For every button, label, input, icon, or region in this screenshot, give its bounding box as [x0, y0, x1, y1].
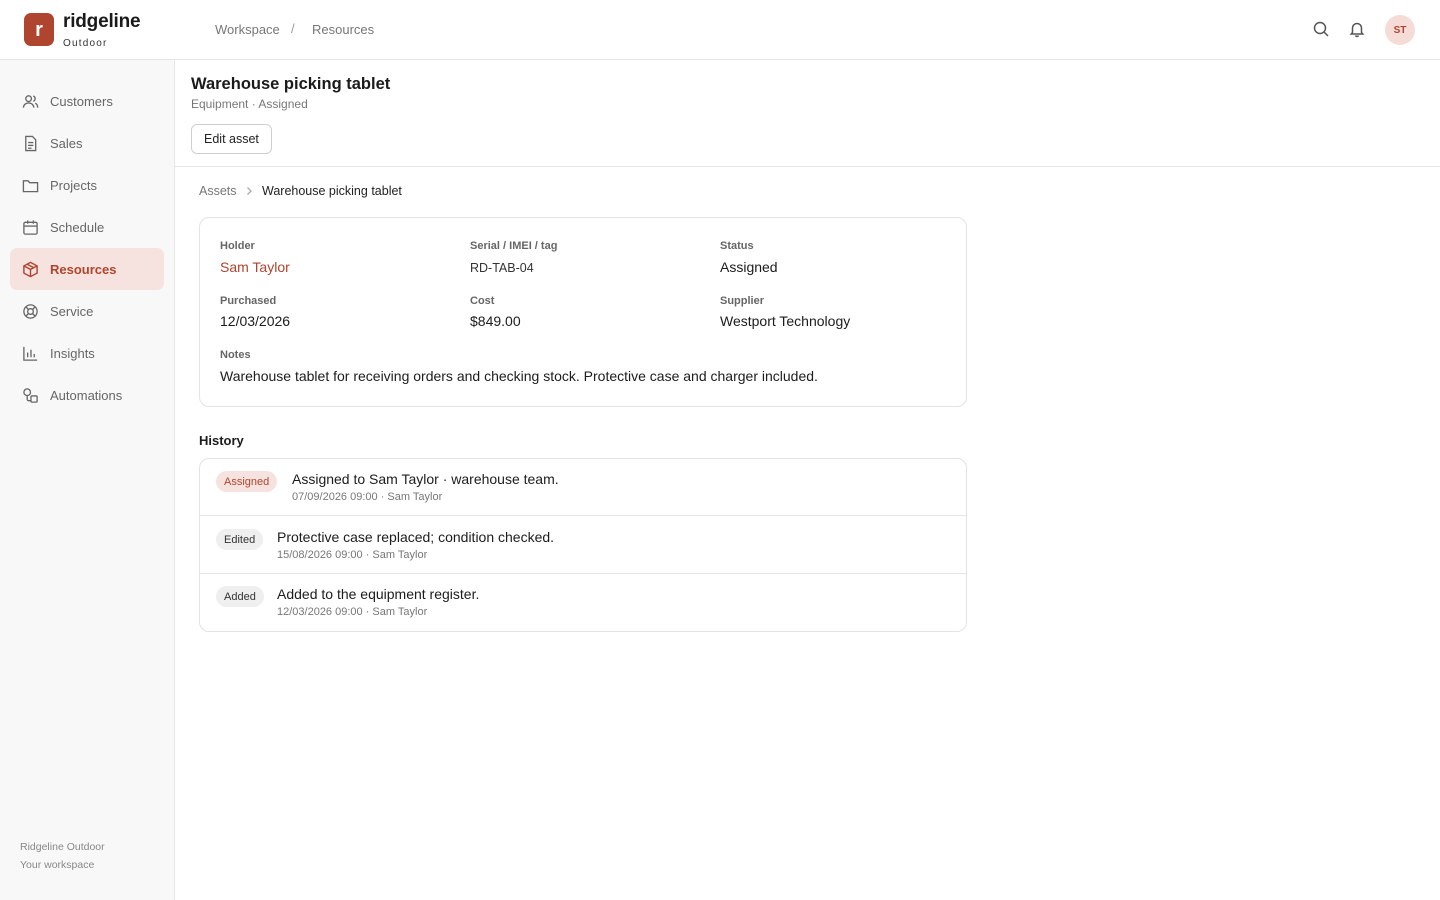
serial-value: RD-TAB-04	[470, 261, 534, 275]
history-badge: Added	[216, 586, 264, 607]
notes-value: Warehouse tablet for receiving orders an…	[220, 368, 818, 384]
sidebar-item-label: Projects	[50, 177, 97, 193]
sidebar-item-automations[interactable]: Automations	[10, 374, 164, 416]
document-icon	[25, 135, 37, 151]
calendar-icon	[23, 219, 38, 235]
users-icon	[22, 94, 39, 108]
page-subtitle: Equipment · Assigned	[191, 97, 308, 111]
brand-subtitle: Outdoor	[63, 38, 108, 49]
page-title: Warehouse picking tablet	[191, 75, 391, 93]
page-header: Warehouse picking tablet Equipment · Ass…	[175, 60, 1440, 167]
sidebar-item-service[interactable]: Service	[10, 290, 164, 332]
brand-name: ridgeline	[63, 11, 141, 32]
history-badge: Assigned	[216, 471, 278, 492]
history-list: Assigned Assigned to Sam Taylor · wareho…	[199, 458, 967, 632]
sidebar-item-label: Customers	[50, 93, 113, 109]
chevron-right-icon	[244, 185, 254, 199]
history-text: Assigned to Sam Taylor · warehouse team.	[292, 471, 559, 487]
history-text: Protective case replaced; condition chec…	[277, 529, 555, 545]
user-avatar[interactable]: ST	[1385, 15, 1415, 45]
history-entry: Assigned Assigned to Sam Taylor · wareho…	[200, 459, 966, 516]
purchased-value: 12/03/2026	[220, 313, 291, 329]
sidebar-item-label: Sales	[50, 135, 83, 151]
supplier-value: Westport Technology	[720, 313, 851, 329]
history-badge: Edited	[216, 529, 264, 550]
sidebar-footer-org: Ridgeline Outdoor	[20, 841, 105, 853]
search-icon[interactable]	[1312, 20, 1330, 38]
breadcrumb-current: Warehouse picking tablet	[262, 184, 402, 198]
history-meta: 07/09/2026 09:00 · Sam Taylor	[292, 491, 443, 503]
sidebar: Customers Sales Projects Schedule Resour…	[0, 60, 175, 900]
sidebar-item-projects[interactable]: Projects	[10, 164, 164, 206]
sidebar-item-label: Automations	[50, 387, 123, 403]
asset-details-card: Holder Sam Taylor Serial / IMEI / tag RD…	[199, 217, 967, 407]
lifebuoy-icon	[23, 303, 38, 319]
topnav-resources-link[interactable]: Resources	[312, 22, 374, 37]
history-meta: 15/08/2026 09:00 · Sam Taylor	[277, 549, 428, 561]
status-label: Status	[720, 240, 754, 252]
status-value: Assigned	[720, 259, 778, 275]
sidebar-item-label: Service	[50, 303, 94, 319]
bell-icon[interactable]	[1348, 20, 1366, 38]
sidebar-item-schedule[interactable]: Schedule	[10, 206, 164, 248]
holder-link[interactable]: Sam Taylor	[220, 259, 290, 275]
topnav-separator: /	[291, 21, 295, 36]
supplier-label: Supplier	[720, 295, 765, 307]
sidebar-footer-workspace: Your workspace	[20, 859, 95, 871]
history-entry: Edited Protective case replaced; conditi…	[200, 517, 966, 574]
breadcrumb-assets-link[interactable]: Assets	[199, 184, 237, 198]
history-title: History	[199, 433, 244, 448]
brand-logo[interactable]: r	[24, 13, 54, 46]
sidebar-item-customers[interactable]: Customers	[10, 80, 164, 122]
edit-asset-button[interactable]: Edit asset	[191, 124, 272, 154]
notes-label: Notes	[220, 349, 251, 361]
history-text: Added to the equipment register.	[277, 586, 480, 602]
box-icon	[23, 261, 38, 277]
holder-label: Holder	[220, 240, 255, 252]
bar-chart-icon	[23, 346, 38, 361]
purchased-label: Purchased	[220, 295, 277, 307]
top-bar: r ridgeline Outdoor Workspace / Resource…	[0, 0, 1440, 60]
sidebar-item-resources[interactable]: Resources	[10, 248, 164, 290]
sidebar-item-label: Resources	[50, 261, 117, 277]
sidebar-item-sales[interactable]: Sales	[10, 122, 164, 164]
serial-label: Serial / IMEI / tag	[470, 240, 558, 252]
sidebar-item-label: Schedule	[50, 219, 105, 235]
history-meta: 12/03/2026 09:00 · Sam Taylor	[277, 606, 428, 618]
sidebar-item-insights[interactable]: Insights	[10, 332, 164, 374]
history-entry: Added Added to the equipment register. 1…	[200, 574, 966, 631]
cost-label: Cost	[470, 295, 495, 307]
sidebar-item-label: Insights	[50, 345, 95, 361]
folder-icon	[22, 179, 39, 192]
topnav-workspace-link[interactable]: Workspace	[215, 22, 280, 37]
cost-value: $849.00	[470, 313, 521, 329]
shapes-icon	[23, 387, 38, 403]
